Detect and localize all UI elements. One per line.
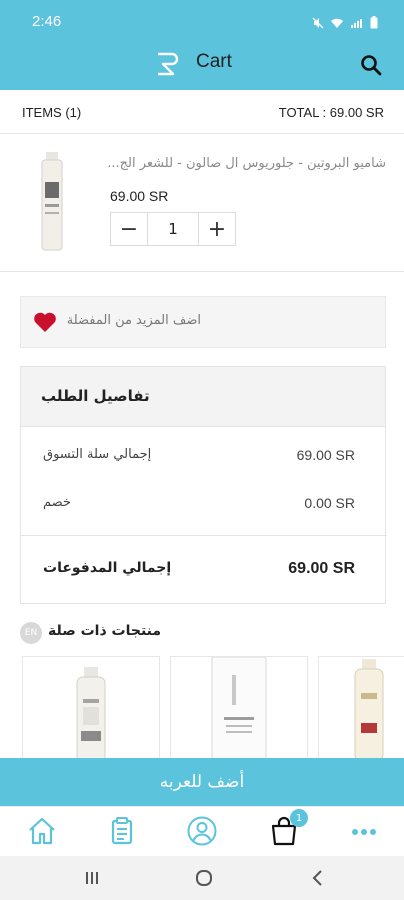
subtotal-value: 69.00 SR xyxy=(296,447,355,463)
search-icon[interactable] xyxy=(360,54,382,76)
increase-quantity-button[interactable]: + xyxy=(199,213,235,245)
cart-summary: ITEMS (1) TOTAL : 69.00 SR xyxy=(0,90,404,134)
signal-icon xyxy=(350,14,364,33)
profile-icon[interactable] xyxy=(186,815,218,847)
more-icon[interactable] xyxy=(348,815,380,847)
divider xyxy=(21,535,387,536)
related-product-card[interactable] xyxy=(22,656,160,760)
status-time: 2:46 xyxy=(32,13,62,30)
product-image xyxy=(211,657,267,760)
related-products-header: EN منتجات ذات صلة xyxy=(20,620,386,646)
brand-logo-icon xyxy=(158,52,179,76)
cart-total: TOTAL : 69.00 SR xyxy=(278,105,384,120)
add-from-wishlist-button[interactable]: < اضف المزيد من المفضلة xyxy=(20,296,386,348)
battery-icon xyxy=(370,14,378,33)
wishlist-label: اضف المزيد من المفضلة xyxy=(66,313,201,328)
orders-icon[interactable] xyxy=(106,815,138,847)
related-products-title: منتجات ذات صلة xyxy=(48,623,162,639)
quantity-value[interactable]: 1 xyxy=(147,213,199,245)
back-icon[interactable] xyxy=(306,868,330,888)
home-icon[interactable] xyxy=(26,815,58,847)
status-bar: 2:46 xyxy=(0,0,404,42)
subtotal-label: إجمالي سلة التسوق xyxy=(43,447,152,462)
app-header: Cart xyxy=(0,42,404,90)
product-image xyxy=(76,667,106,760)
bottom-navigation: 1 xyxy=(0,806,404,856)
cart-badge: 1 xyxy=(290,809,308,827)
recent-apps-icon[interactable] xyxy=(80,868,104,888)
heart-icon xyxy=(34,312,56,332)
discount-label: خصم xyxy=(43,495,71,510)
order-details: تفاصيل الطلب إجمالي سلة التسوق 69.00 SR … xyxy=(20,366,387,604)
order-details-title: تفاصيل الطلب xyxy=(41,387,150,405)
home-button-icon[interactable] xyxy=(192,868,216,888)
language-icon[interactable]: EN xyxy=(20,622,42,644)
related-product-card[interactable] xyxy=(318,656,404,760)
decrease-quantity-button[interactable]: − xyxy=(111,213,147,245)
product-image xyxy=(354,659,384,759)
discount-value: 0.00 SR xyxy=(304,495,355,511)
product-name[interactable]: شاميو البروتين - جلوريوس ال صالون - للشع… xyxy=(106,156,386,171)
mute-icon xyxy=(312,14,324,33)
grand-total-value: 69.00 SR xyxy=(288,560,355,577)
items-count: ITEMS (1) xyxy=(22,105,82,120)
cart-nav-item[interactable]: 1 xyxy=(268,809,308,847)
wifi-icon xyxy=(330,14,344,33)
cart-item: شاميو البروتين - جلوريوس ال صالون - للشع… xyxy=(0,134,404,272)
quantity-stepper: − 1 + xyxy=(110,212,236,246)
page-title: Cart xyxy=(196,51,232,72)
related-products-list xyxy=(22,656,404,760)
grand-total-label: إجمالي المدفوعات xyxy=(43,560,172,576)
order-details-header: تفاصيل الطلب xyxy=(21,367,385,427)
status-icons xyxy=(312,14,378,33)
system-navigation-bar xyxy=(0,856,404,900)
add-to-cart-button[interactable]: أضف للعربه xyxy=(0,758,404,806)
product-image[interactable] xyxy=(36,152,68,252)
related-product-card[interactable] xyxy=(170,656,308,760)
product-price: 69.00 SR xyxy=(110,188,169,204)
